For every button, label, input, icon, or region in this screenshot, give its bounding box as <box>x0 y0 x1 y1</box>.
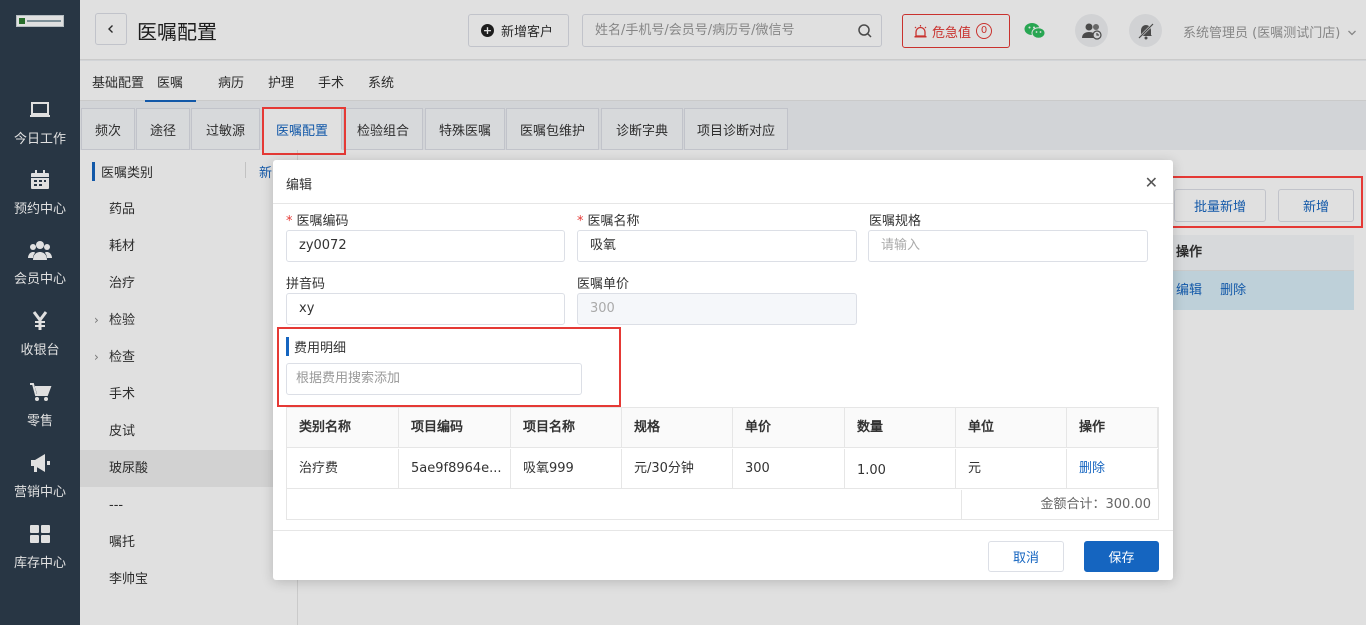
dialog-title: 编辑 <box>286 178 313 193</box>
col-header: 操作 <box>1067 408 1158 448</box>
highlight-box <box>1171 176 1363 228</box>
pinyin-label: 拼音码 <box>286 277 326 292</box>
code-label-text: 医嘱编码 <box>296 214 349 229</box>
col-header: 单位 <box>956 408 1067 448</box>
code-label: * 医嘱编码 <box>286 214 349 229</box>
highlight-box <box>262 107 346 155</box>
cell-category: 治疗费 <box>287 449 399 489</box>
col-header: 单价 <box>733 408 845 448</box>
cancel-button[interactable]: 取消 <box>988 541 1064 572</box>
price-field: 300 <box>577 293 857 325</box>
quantity-field[interactable]: 1.00 <box>845 449 956 489</box>
price-label: 医嘱单价 <box>577 277 630 292</box>
name-field[interactable]: 吸氧 <box>577 230 857 262</box>
pinyin-field[interactable]: xy <box>286 293 565 325</box>
save-button[interactable]: 保存 <box>1084 541 1159 572</box>
name-label: * 医嘱名称 <box>577 214 640 229</box>
delete-fee-link[interactable]: 删除 <box>1067 449 1158 489</box>
col-header: 规格 <box>622 408 733 448</box>
cell-item-name: 吸氧999 <box>511 449 622 489</box>
spec-field[interactable]: 请输入 <box>868 230 1148 262</box>
col-header: 项目编码 <box>399 408 511 448</box>
col-header: 数量 <box>845 408 956 448</box>
code-field[interactable]: zy0072 <box>286 230 565 262</box>
dialog-header: 编辑 ✕ <box>273 160 1173 204</box>
close-icon[interactable]: ✕ <box>1145 173 1158 192</box>
fee-table: 类别名称 项目编码 项目名称 规格 单价 数量 单位 操作 治疗费 5ae9f8… <box>286 407 1159 520</box>
cell-price: 300 <box>733 449 845 489</box>
amount-total: 金额合计：300.00 <box>961 490 1159 520</box>
cell-item-code: 5ae9f8964e... <box>399 449 511 489</box>
name-label-text: 医嘱名称 <box>587 214 640 229</box>
highlight-box <box>277 327 621 407</box>
col-header: 项目名称 <box>511 408 622 448</box>
dialog-footer: 取消 保存 <box>273 530 1173 580</box>
spec-label: 医嘱规格 <box>869 214 922 229</box>
cell-spec: 元/30分钟 <box>622 449 733 489</box>
col-header: 类别名称 <box>287 408 399 448</box>
cell-unit: 元 <box>956 449 1067 489</box>
